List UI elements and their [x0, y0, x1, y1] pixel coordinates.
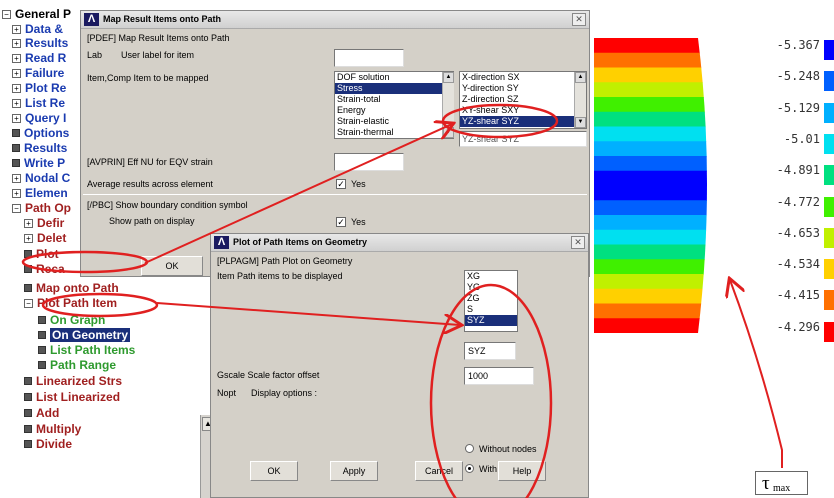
arrow-tau [730, 280, 783, 468]
syz-component-highlight [441, 103, 559, 139]
arrow-map [144, 124, 452, 264]
plot-options-highlight [429, 283, 553, 498]
arrow-geometry [156, 302, 460, 325]
annotation-overlay [21, 103, 783, 498]
map-onto-path-highlight [21, 250, 149, 274]
on-geometry-highlight [41, 292, 159, 318]
